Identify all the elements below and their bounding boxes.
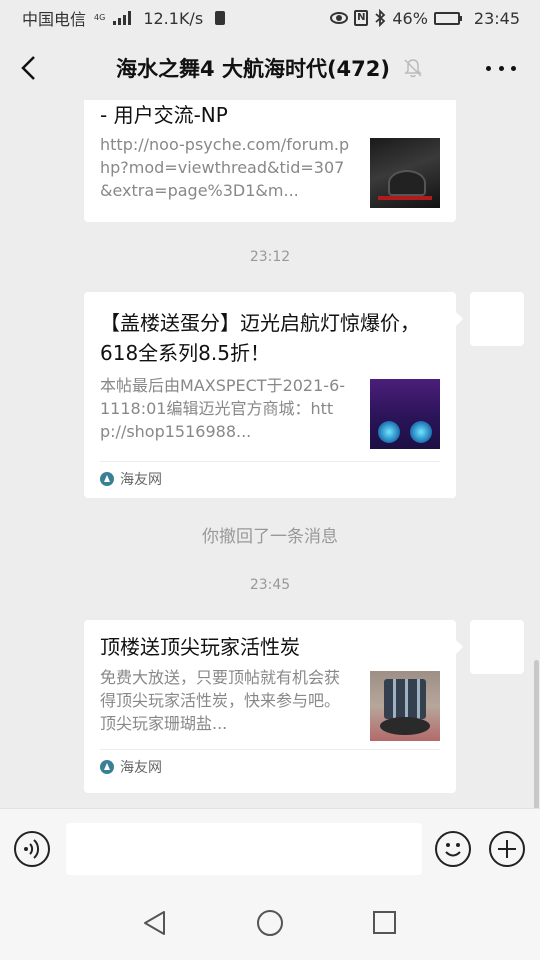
status-bar: 中国电信 4G 12.1K/s N 46% 23:45 (0, 0, 540, 36)
chevron-left-icon[interactable] (14, 52, 46, 84)
more-dots-icon[interactable] (486, 54, 516, 82)
plus-icon[interactable] (489, 831, 525, 867)
bluetooth-icon (375, 9, 386, 27)
link-card[interactable]: 顶楼送顶尖玩家活性炭 免费大放送，只要顶帖就有机会获得顶尖玩家活性炭，快来参与吧… (84, 620, 463, 793)
thumbnail-image (370, 671, 440, 741)
card-source: 海友网 (100, 461, 440, 495)
network-type: 4G (94, 13, 106, 22)
recall-notice: 你撤回了一条消息 (202, 527, 338, 547)
carrier-name: 中国电信 (22, 10, 87, 29)
card-description: 免费大放送，只要顶帖就有机会获得顶尖玩家活性炭，快来参与吧。顶尖玩家珊瑚盐... (100, 668, 341, 733)
source-name: 海友网 (120, 471, 162, 488)
nfc-icon: N (354, 10, 369, 26)
signal-icon (113, 11, 132, 25)
message-input[interactable] (66, 823, 422, 875)
clock: 23:45 (473, 8, 520, 28)
link-card[interactable]: 【盖楼送蛋分】迈光启航灯惊爆价，618全系列8.5折！ 本帖最后由MAXSPEC… (84, 292, 463, 498)
avatar[interactable] (470, 620, 524, 674)
card-title: 【盖楼送蛋分】迈光启航灯惊爆价，618全系列8.5折！ (100, 311, 420, 365)
page-title: 海水之舞4 大航海时代(472) (116, 57, 390, 81)
avatar[interactable] (470, 292, 524, 346)
card-title: - 用户交流-NP (100, 103, 228, 127)
thumbnail-image (370, 379, 440, 449)
card-description: 本帖最后由MAXSPECT于2021-6-1118:01编辑迈光官方商城：htt… (100, 376, 346, 441)
emoji-icon[interactable] (435, 831, 471, 867)
chat-header: 海水之舞4 大航海时代(472) (0, 36, 540, 100)
card-title: 顶楼送顶尖玩家活性炭 (100, 635, 300, 659)
message-list[interactable]: - 用户交流-NP http://noo-psyche.com/forum.ph… (0, 100, 540, 808)
card-body: 免费大放送，只要顶帖就有机会获得顶尖玩家活性炭，快来参与吧。顶尖玩家珊瑚盐... (100, 666, 440, 741)
source-icon (100, 471, 114, 486)
card-source: 海友网 (100, 749, 440, 783)
timestamp: 23:45 (249, 577, 291, 593)
nav-recent-icon[interactable] (373, 911, 396, 934)
voice-icon[interactable] (14, 831, 50, 867)
system-nav-bar (0, 888, 540, 960)
title-wrap: 海水之舞4 大航海时代(472) (116, 53, 424, 83)
status-left: 中国电信 4G 12.1K/s (22, 6, 226, 30)
bubble-tail (456, 312, 463, 326)
card-body: http://noo-psyche.com/forum.php?mod=view… (100, 133, 440, 208)
source-name: 海友网 (120, 759, 162, 776)
nav-back-icon[interactable] (140, 908, 170, 938)
link-card[interactable]: - 用户交流-NP http://noo-psyche.com/forum.ph… (84, 100, 456, 222)
card-description: http://noo-psyche.com/forum.php?mod=view… (100, 135, 350, 200)
input-bar (0, 808, 540, 888)
nav-home-icon[interactable] (257, 910, 283, 936)
source-icon (100, 759, 114, 774)
bubble-tail (456, 640, 463, 654)
network-speed: 12.1K/s (143, 8, 204, 28)
status-right: N 46% 23:45 (330, 9, 520, 28)
card-body: 本帖最后由MAXSPECT于2021-6-1118:01编辑迈光官方商城：htt… (100, 374, 440, 449)
chat-screen: 中国电信 4G 12.1K/s N 46% 23:45 海水之舞4 大航海时代(… (0, 0, 540, 960)
eye-icon (330, 12, 349, 24)
battery-icon (433, 11, 462, 25)
scrollbar[interactable] (534, 660, 539, 808)
sim-icon (215, 11, 226, 25)
bell-off-icon (404, 59, 422, 78)
battery-percent: 46% (392, 8, 428, 28)
thumbnail-image (370, 138, 440, 208)
timestamp: 23:12 (249, 249, 291, 265)
